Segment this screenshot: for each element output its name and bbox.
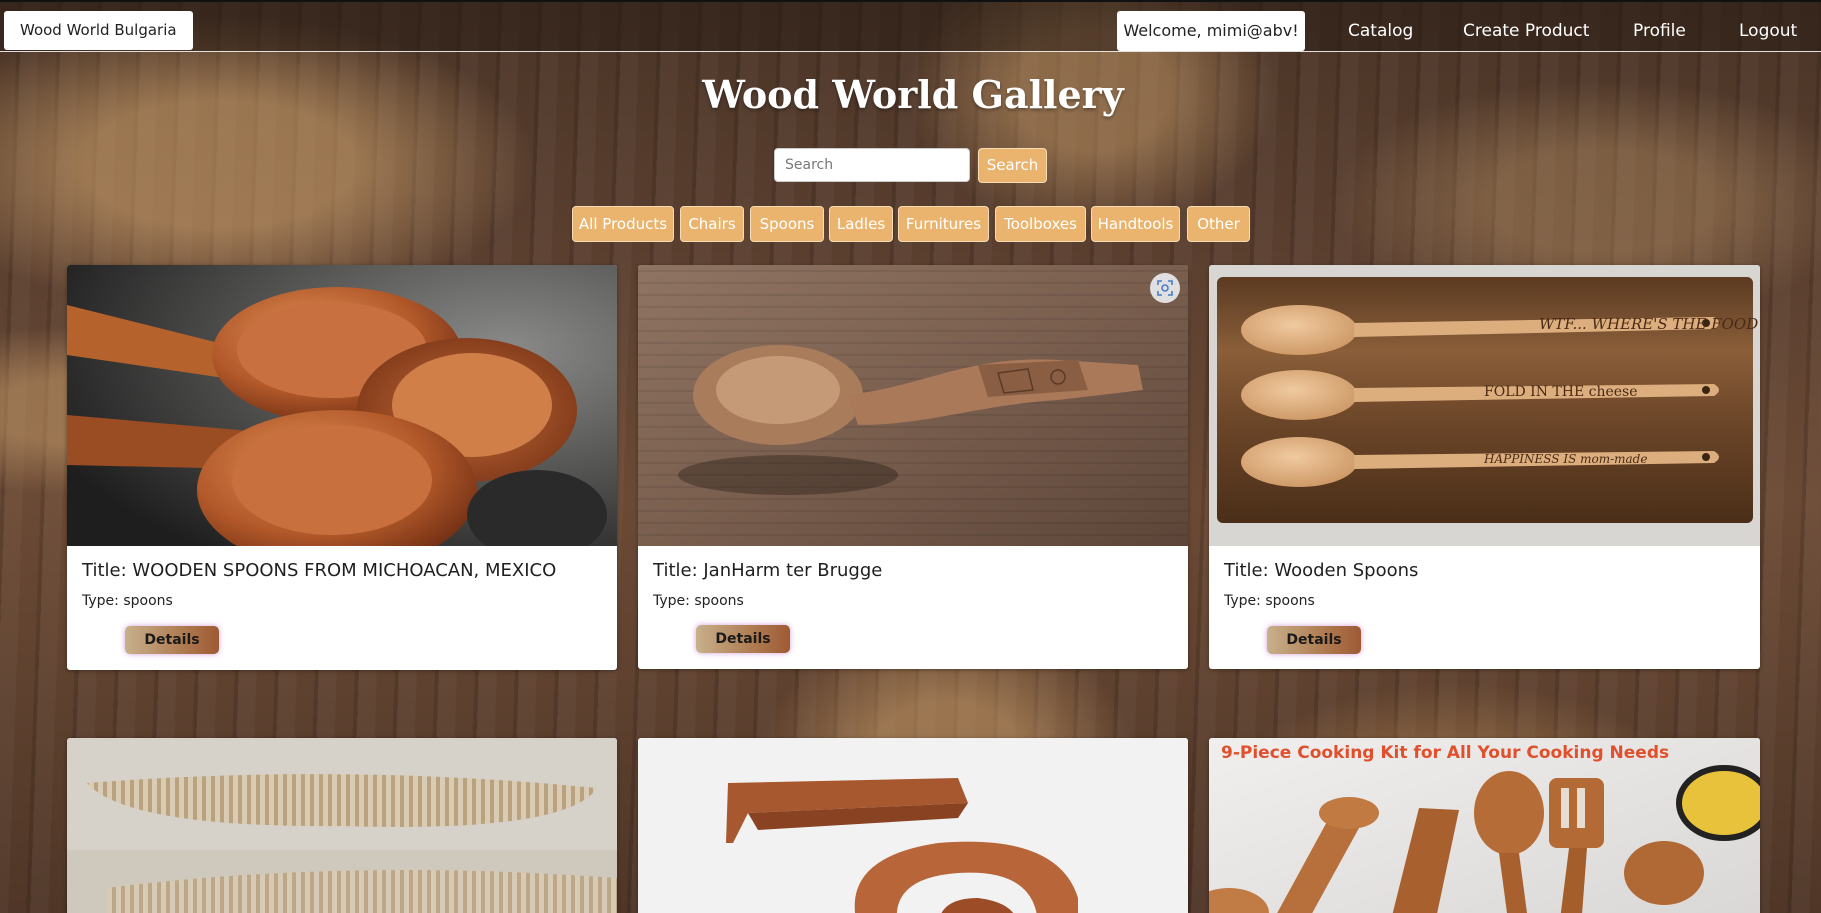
welcome-message: Welcome, mimi@abv!: [1117, 11, 1305, 51]
product-title: Title: WOODEN SPOONS FROM MICHOACAN, MEX…: [82, 560, 557, 581]
product-card: 9-Piece Cooking Kit for All Your Cooking…: [1209, 738, 1760, 913]
category-furnitures[interactable]: Furnitures: [898, 206, 989, 242]
category-chairs[interactable]: Chairs: [680, 206, 744, 242]
nav-link-profile[interactable]: Profile: [1633, 11, 1686, 51]
product-image[interactable]: [638, 265, 1188, 546]
nav-link-logout[interactable]: Logout: [1739, 11, 1797, 51]
category-all-products[interactable]: All Products: [572, 206, 674, 242]
product-card: [67, 738, 617, 913]
product-image[interactable]: 9-Piece Cooking Kit for All Your Cooking…: [1209, 738, 1760, 913]
category-spoons[interactable]: Spoons: [750, 206, 824, 242]
product-card: [638, 738, 1188, 913]
page-title: Wood World Gallery: [702, 72, 1124, 117]
product-card: WTF... WHERE'S THE FOOD FOLD IN THE chee…: [1209, 265, 1760, 669]
engraving-text: FOLD IN THE cheese: [1484, 384, 1638, 400]
details-button[interactable]: Details: [1267, 626, 1361, 654]
product-image[interactable]: [67, 265, 617, 546]
search-button[interactable]: Search: [978, 148, 1047, 183]
product-card: Title: WOODEN SPOONS FROM MICHOACAN, MEX…: [67, 265, 617, 670]
banner-text: 9-Piece Cooking Kit for All Your Cooking…: [1221, 743, 1669, 763]
visual-search-icon[interactable]: [1150, 273, 1180, 303]
top-navbar: Wood World Bulgaria Welcome, mimi@abv! C…: [0, 0, 1821, 52]
details-button[interactable]: Details: [696, 625, 790, 653]
details-button[interactable]: Details: [125, 626, 219, 654]
nav-link-catalog[interactable]: Catalog: [1348, 11, 1413, 51]
product-type: Type: spoons: [653, 593, 744, 609]
brand-link[interactable]: Wood World Bulgaria: [4, 11, 193, 50]
nav-link-create-product[interactable]: Create Product: [1463, 11, 1589, 51]
product-image[interactable]: WTF... WHERE'S THE FOOD FOLD IN THE chee…: [1209, 265, 1760, 546]
product-card: Title: JanHarm ter Brugge Type: spoons D…: [638, 265, 1188, 669]
category-handtools[interactable]: Handtools: [1091, 206, 1180, 242]
engraving-text: HAPPINESS IS mom-made: [1483, 452, 1647, 466]
product-type: Type: spoons: [82, 593, 173, 609]
product-title: Title: Wooden Spoons: [1224, 560, 1419, 581]
search-input[interactable]: [774, 148, 970, 182]
category-ladles[interactable]: Ladles: [829, 206, 893, 242]
product-image[interactable]: [67, 738, 617, 913]
category-toolboxes[interactable]: Toolboxes: [995, 206, 1086, 242]
category-other[interactable]: Other: [1187, 206, 1250, 242]
engraving-text: WTF... WHERE'S THE FOOD: [1539, 315, 1758, 333]
product-title: Title: JanHarm ter Brugge: [653, 560, 883, 581]
product-image[interactable]: [638, 738, 1188, 913]
product-type: Type: spoons: [1224, 593, 1315, 609]
